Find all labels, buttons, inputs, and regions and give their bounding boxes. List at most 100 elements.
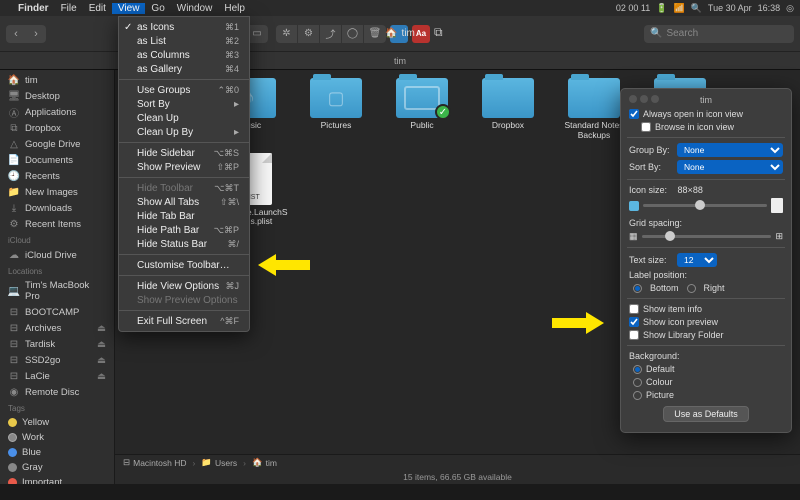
share-button[interactable]: ⤴ — [320, 25, 342, 43]
menubar: Finder File Edit View Go Window Help 02 … — [0, 0, 800, 16]
sidebar-item-recents[interactable]: 🕘Recents — [0, 168, 114, 184]
sidebar-item-applications[interactable]: ⒶApplications — [0, 104, 114, 120]
menu-item[interactable]: Hide Tab Bar — [119, 209, 249, 223]
show-library-checkbox[interactable] — [629, 330, 639, 340]
always-open-checkbox[interactable] — [629, 109, 639, 119]
icon-size-slider[interactable] — [643, 204, 767, 207]
menu-item[interactable]: Hide View Options⌘J — [119, 279, 249, 293]
menu-file[interactable]: File — [55, 3, 83, 14]
menu-item: Show Preview Options — [119, 293, 249, 307]
sidebar-item-ssd2go[interactable]: ⊟SSD2go⏏ — [0, 352, 114, 368]
sidebar-tag-work[interactable]: Work — [0, 430, 114, 445]
sidebar-item-tardisk[interactable]: ⊟Tardisk⏏ — [0, 336, 114, 352]
path-segment[interactable]: 🏠 tim — [252, 457, 277, 468]
menu-item[interactable]: as List⌘2 — [119, 34, 249, 48]
menu-help[interactable]: Help — [218, 3, 251, 14]
close-dot-icon[interactable] — [629, 95, 637, 103]
text-size-select[interactable]: 12 — [677, 253, 717, 267]
path-segment[interactable]: ⊟ Macintosh HD — [123, 457, 187, 468]
use-as-defaults-button[interactable]: Use as Defaults — [663, 406, 749, 422]
menu-item[interactable]: Sort By▸ — [119, 97, 249, 111]
sidebar-tag-blue[interactable]: Blue — [0, 445, 114, 460]
menu-item[interactable]: as Gallery⌘4 — [119, 62, 249, 76]
eject-icon[interactable]: ⏏ — [97, 355, 106, 366]
search-field[interactable]: 🔍 Search — [644, 25, 794, 43]
date-text[interactable]: Tue 30 Apr — [708, 3, 752, 13]
menu-item[interactable]: Show All Tabs⇧⌘\ — [119, 195, 249, 209]
sidebar-item-recentitems[interactable]: ⚙Recent Items — [0, 216, 114, 232]
sidebar-item-newimages[interactable]: 📁New Images — [0, 184, 114, 200]
file-item[interactable]: Dropbox — [469, 78, 547, 141]
menu-edit[interactable]: Edit — [83, 3, 112, 14]
bg-colour-radio[interactable] — [633, 378, 642, 387]
menu-item[interactable]: Use Groups⌃⌘0 — [119, 83, 249, 97]
sidebar-item-googledrive[interactable]: △Google Drive — [0, 136, 114, 152]
time-text[interactable]: 16:38 — [758, 3, 781, 13]
disk-icon: ⊟ — [8, 306, 20, 318]
sidebar-item-downloads[interactable]: ⤓Downloads — [0, 200, 114, 216]
sidebar-item-bootcamp[interactable]: ⊟BOOTCAMP — [0, 304, 114, 320]
action-button[interactable]: ⚙ — [298, 25, 320, 43]
folder-icon: 📁 — [8, 186, 20, 198]
menu-item[interactable]: Clean Up By▸ — [119, 125, 249, 139]
sidebar-item-dropbox[interactable]: ⧉Dropbox — [0, 120, 114, 136]
menu-view[interactable]: View — [112, 3, 146, 14]
arrange-button[interactable]: ✲ — [276, 25, 298, 43]
menu-item[interactable]: Clean Up — [119, 111, 249, 125]
menu-window[interactable]: Window — [171, 3, 219, 14]
sidebar-item-macbook[interactable]: 💻Tim's MacBook Pro — [0, 278, 114, 304]
show-item-info-checkbox[interactable] — [629, 304, 639, 314]
file-item[interactable]: Pictures — [297, 78, 375, 141]
zoom-dot-icon[interactable] — [651, 95, 659, 103]
menu-go[interactable]: Go — [145, 3, 170, 14]
sidebar-item-archives[interactable]: ⊟Archives⏏ — [0, 320, 114, 336]
menu-item[interactable]: Hide Status Bar⌘/ — [119, 237, 249, 251]
sidebar-tag-yellow[interactable]: Yellow — [0, 415, 114, 430]
show-icon-preview-checkbox[interactable] — [629, 317, 639, 327]
sidebar-tag-gray[interactable]: Gray — [0, 460, 114, 475]
sidebar-tag-important[interactable]: Important — [0, 475, 114, 484]
path-segment[interactable]: 📁 Users — [201, 457, 237, 468]
eject-icon[interactable]: ⏏ — [97, 323, 106, 334]
battery-icon[interactable]: 🔋 — [656, 3, 667, 14]
sort-by-label: Sort By: — [629, 162, 673, 172]
forward-button[interactable]: › — [26, 25, 46, 43]
wifi-icon[interactable]: 📶 — [673, 3, 684, 14]
min-dot-icon[interactable] — [640, 95, 648, 103]
group-by-select[interactable]: None — [677, 143, 783, 157]
app-menu[interactable]: Finder — [12, 3, 55, 14]
file-item[interactable]: ✓Public — [383, 78, 461, 141]
delete-button[interactable]: 🗑 — [364, 25, 386, 43]
sidebar-item-documents[interactable]: 📄Documents — [0, 152, 114, 168]
siri-icon[interactable]: ◎ — [786, 3, 794, 14]
eject-icon[interactable]: ⏏ — [97, 339, 106, 350]
menu-item[interactable]: Hide Path Bar⌥⌘P — [119, 223, 249, 237]
bg-picture-radio[interactable] — [633, 391, 642, 400]
menu-item[interactable]: ✓as Icons⌘1 — [119, 20, 249, 34]
spotlight-icon[interactable]: 🔍 — [691, 3, 702, 14]
menu-item[interactable]: as Columns⌘3 — [119, 48, 249, 62]
sort-by-select[interactable]: None — [677, 160, 783, 174]
sidebar-item-remotedisc[interactable]: ◉Remote Disc — [0, 384, 114, 400]
menu-item[interactable]: Customise Toolbar… — [119, 258, 249, 272]
annotation-arrow-icon — [258, 254, 310, 276]
bg-default-radio[interactable] — [633, 365, 642, 374]
label-bottom-radio[interactable] — [633, 284, 642, 293]
browse-checkbox[interactable] — [641, 122, 651, 132]
sidebar-item-lacie[interactable]: ⊟LaCie⏏ — [0, 368, 114, 384]
view-menu-dropdown: ✓as Icons⌘1as List⌘2as Columns⌘3as Galle… — [118, 16, 250, 332]
menu-item[interactable]: Show Preview⇧⌘P — [119, 160, 249, 174]
sidebar-item-desktop[interactable]: 🖥Desktop — [0, 88, 114, 104]
eject-icon[interactable]: ⏏ — [97, 371, 106, 382]
sidebar-item-tim[interactable]: 🏠tim — [0, 72, 114, 88]
label-right-radio[interactable] — [687, 284, 696, 293]
menu-item[interactable]: Hide Sidebar⌥⌘S — [119, 146, 249, 160]
menu-item[interactable]: Exit Full Screen^⌘F — [119, 314, 249, 328]
grid-spacing-slider[interactable] — [642, 235, 772, 238]
dropbox-menu-icon[interactable]: ⧉ — [434, 25, 452, 43]
bg-default-label: Default — [646, 364, 675, 374]
back-button[interactable]: ‹ — [6, 25, 26, 43]
tags-button[interactable]: ◯ — [342, 25, 364, 43]
sidebar-item-iclouddrive[interactable]: ☁iCloud Drive — [0, 247, 114, 263]
sync-check-icon: ✓ — [435, 104, 451, 120]
